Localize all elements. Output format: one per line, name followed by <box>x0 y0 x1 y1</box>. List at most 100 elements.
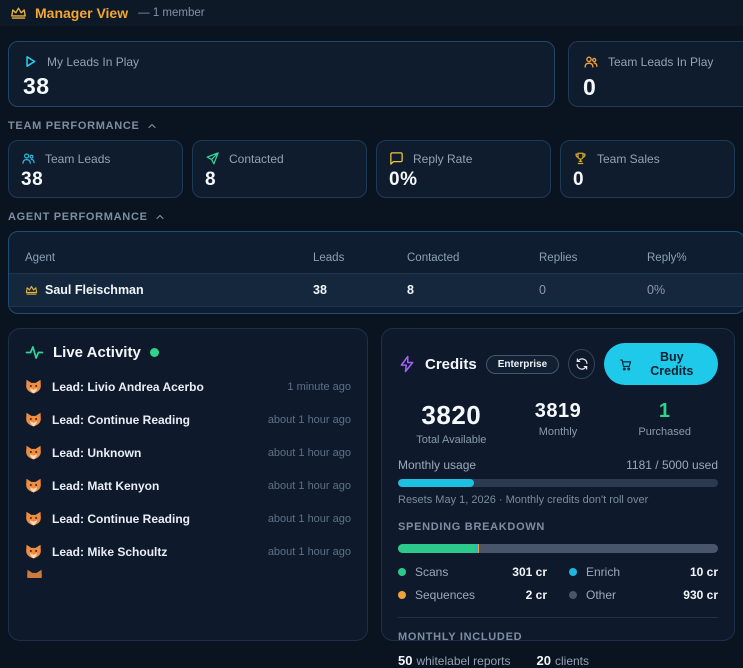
spending-legend: Scans 301 cr Enrich 10 cr Sequences 2 cr <box>398 565 718 602</box>
legend-label: Enrich <box>586 565 621 579</box>
fox-icon <box>25 477 42 494</box>
stat-value: 0 <box>573 169 585 190</box>
activity-time: about 1 hour ago <box>267 479 351 492</box>
legend-label: Scans <box>415 565 449 579</box>
people-icon <box>21 151 36 166</box>
monthly-usage-label: Monthly usage <box>398 458 477 472</box>
row-contacted: 8 <box>407 283 414 297</box>
people-orange-icon <box>583 54 599 70</box>
enrich-dot-icon <box>569 568 577 576</box>
row-leads: 38 <box>313 283 327 297</box>
list-item[interactable]: Lead: Continue Reading about 1 hour ago <box>25 502 351 535</box>
divider <box>398 617 718 618</box>
legend-other: Other 930 cr <box>569 588 718 602</box>
activity-time: about 1 hour ago <box>267 446 351 459</box>
column-header-agent: Agent <box>25 252 56 264</box>
top-stats-row: My Leads In Play 38 Team Leads In Play 0 <box>8 41 743 107</box>
crown-icon <box>10 5 27 22</box>
activity-label: Lead: Matt Kenyon <box>52 478 160 493</box>
activity-time: about 1 hour ago <box>267 413 351 426</box>
activity-label: Lead: Continue Reading <box>52 511 190 526</box>
stat-value: 8 <box>205 169 217 190</box>
list-item[interactable]: Lead: Continue Reading about 1 hour ago <box>25 403 351 436</box>
column-header-leads: Leads <box>313 252 345 264</box>
zap-icon <box>398 355 416 373</box>
legend-value: 10 cr <box>689 565 718 579</box>
fox-icon <box>25 411 42 428</box>
row-replypct: 0% <box>647 283 666 297</box>
contacted-stat-card: Contacted 8 <box>192 140 367 198</box>
team-performance-title: TEAM PERFORMANCE <box>8 120 140 132</box>
list-item[interactable]: Lead: Matt Kenyon about 1 hour ago <box>25 469 351 502</box>
whitelabel-reports-value: 50 <box>398 653 413 668</box>
stat-value: 38 <box>21 169 44 190</box>
activity-label: Lead: Continue Reading <box>52 412 190 427</box>
legend-label: Other <box>586 588 617 602</box>
fox-icon <box>25 444 42 461</box>
sequences-segment <box>477 544 479 553</box>
legend-value: 930 cr <box>683 588 718 602</box>
legend-scans: Scans 301 cr <box>398 565 547 579</box>
clients-label: clients <box>555 654 590 668</box>
monthly-stat: 3819 Monthly <box>505 400 612 446</box>
table-row[interactable]: Saul Fleischman 38 8 0 0% <box>9 273 743 307</box>
legend-value: 301 cr <box>512 565 547 579</box>
spending-breakdown-bar <box>398 544 718 553</box>
my-leads-label: My Leads In Play <box>47 54 140 69</box>
agent-performance-table: Agent Leads Contacted Replies Reply% Sau… <box>8 231 743 314</box>
credits-panel: Credits Enterprise Buy Credits 3820 Tota… <box>381 328 735 668</box>
reset-note: Resets May 1, 2026 · Monthly credits don… <box>398 494 649 506</box>
pulse-icon <box>25 343 44 362</box>
legend-enrich: Enrich 10 cr <box>569 565 718 579</box>
list-item[interactable]: Lead: Mike Schoultz about 1 hour ago <box>25 535 351 568</box>
credits-title: Credits <box>425 355 477 373</box>
list-item[interactable]: Lead: Livio Andrea Acerbo 1 minute ago <box>25 370 351 403</box>
clients-stat: 20 clients <box>537 653 589 668</box>
play-icon <box>23 54 38 69</box>
credits-stats-row: 3820 Total Available 3819 Monthly 1 Purc… <box>398 400 718 446</box>
other-dot-icon <box>569 591 577 599</box>
team-performance-header[interactable]: TEAM PERFORMANCE <box>8 120 735 132</box>
stat-label: Team Leads <box>45 151 111 166</box>
activity-label: Lead: Unknown <box>52 445 142 460</box>
refresh-button[interactable] <box>568 349 596 379</box>
stat-label: Contacted <box>229 151 284 166</box>
page-title: Manager View <box>35 5 129 21</box>
team-leads-value: 0 <box>583 74 597 100</box>
total-available-label: Total Available <box>416 434 487 446</box>
clients-value: 20 <box>536 653 551 668</box>
buy-credits-label: Buy Credits <box>650 350 694 378</box>
chevron-up-icon <box>146 120 158 132</box>
crown-icon <box>25 284 38 297</box>
fox-icon <box>25 510 42 527</box>
my-leads-value: 38 <box>23 73 50 99</box>
team-leads-stat-card: Team Leads 38 <box>8 140 183 198</box>
activity-label: Lead: Livio Andrea Acerbo <box>52 379 204 394</box>
activity-time: 1 minute ago <box>287 380 351 393</box>
whitelabel-reports-label: whitelabel reports <box>416 654 511 668</box>
monthly-value: 3819 <box>534 400 582 422</box>
list-item-clipped <box>25 568 351 578</box>
plan-badge: Enterprise <box>485 354 560 374</box>
list-item[interactable]: Lead: Unknown about 1 hour ago <box>25 436 351 469</box>
purchased-value: 1 <box>658 400 671 422</box>
chevron-up-icon <box>154 211 166 223</box>
activity-label: Lead: Mike Schoultz <box>52 544 168 559</box>
row-replies: 0 <box>539 283 546 297</box>
stat-label: Team Sales <box>597 151 660 166</box>
legend-sequences: Sequences 2 cr <box>398 588 547 602</box>
whitelabel-reports-stat: 50 whitelabel reports <box>398 653 511 668</box>
monthly-usage-bar <box>398 479 718 487</box>
column-header-replies: Replies <box>539 252 578 264</box>
agent-performance-header[interactable]: AGENT PERFORMANCE <box>8 211 735 223</box>
member-count: — 1 member <box>138 7 205 19</box>
agent-name: Saul Fleischman <box>45 283 144 297</box>
page-header: Manager View — 1 member <box>0 0 743 26</box>
purchased-stat: 1 Purchased <box>611 400 718 446</box>
activity-time: about 1 hour ago <box>267 545 351 558</box>
scans-dot-icon <box>398 568 406 576</box>
buy-credits-button[interactable]: Buy Credits <box>604 343 718 385</box>
total-available-stat: 3820 Total Available <box>398 400 505 446</box>
column-header-contacted: Contacted <box>407 252 460 264</box>
live-activity-panel: Live Activity Lead: Livio Andrea Acerbo … <box>8 328 368 641</box>
